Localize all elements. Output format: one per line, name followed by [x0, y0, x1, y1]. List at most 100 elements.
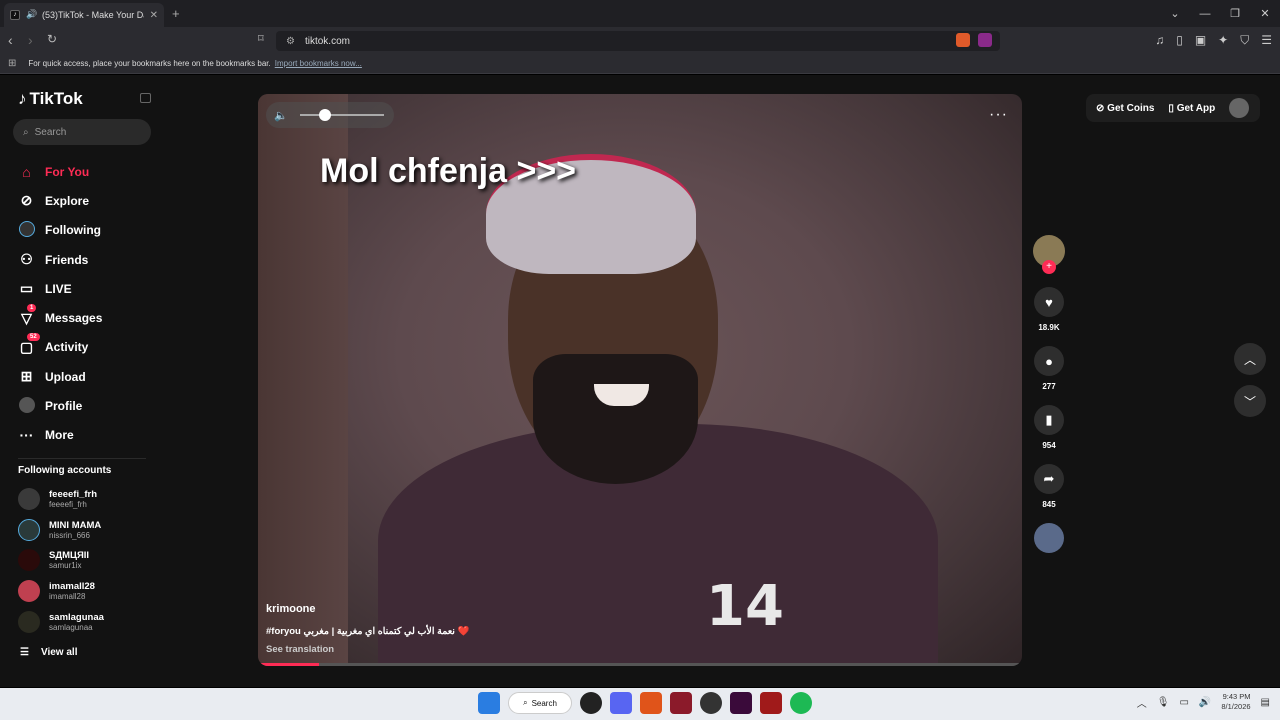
- account-item[interactable]: samlagunaa samlagunaa: [18, 609, 158, 635]
- menu-icon[interactable]: ☰: [1261, 33, 1272, 48]
- next-video-button[interactable]: ﹀: [1234, 385, 1266, 417]
- new-tab-icon[interactable]: +: [172, 6, 180, 21]
- jersey-number: 14: [706, 574, 784, 639]
- minimize-icon[interactable]: —: [1190, 8, 1220, 20]
- volume-slider[interactable]: [299, 109, 384, 121]
- following-accounts-title: Following accounts: [18, 465, 112, 476]
- share-action[interactable]: ➦ 845: [1031, 464, 1067, 509]
- previous-video-button[interactable]: ︿: [1234, 343, 1266, 375]
- video-author[interactable]: krimoone: [266, 603, 316, 615]
- tray-chevron-up-icon[interactable]: ︿: [1137, 695, 1147, 710]
- forward-icon[interactable]: ›: [28, 32, 33, 48]
- creator-avatar[interactable]: +: [1033, 235, 1065, 274]
- get-app-button[interactable]: ▯ Get App: [1168, 103, 1215, 114]
- close-window-icon[interactable]: ✕: [1250, 7, 1280, 20]
- app-icon[interactable]: [700, 692, 722, 714]
- sidebar-toggle-icon[interactable]: ▯: [1176, 33, 1183, 48]
- more-options-icon[interactable]: ···: [989, 106, 1008, 124]
- comment-count: 277: [1042, 382, 1056, 391]
- vpn-icon[interactable]: ⛉: [1240, 33, 1249, 48]
- music-disc-icon[interactable]: [1034, 523, 1064, 553]
- collapse-sidebar-icon[interactable]: [140, 93, 151, 103]
- app-icon[interactable]: [730, 692, 752, 714]
- windows-taskbar: ⌕ Search ︿ 🎙 ▭ 🔊 9:43 PM 8/1/2026 ▤: [0, 688, 1280, 720]
- video-progress-bar[interactable]: [258, 663, 1022, 666]
- notification-icon[interactable]: ▤: [1261, 697, 1270, 708]
- speaker-icon[interactable]: 🔈: [274, 109, 288, 122]
- import-bookmarks-link[interactable]: Import bookmarks now...: [275, 59, 362, 68]
- site-info-icon[interactable]: ⚙: [286, 36, 295, 47]
- sidebar-item-for-you[interactable]: ⌂ For You: [18, 157, 148, 186]
- wallet-icon[interactable]: ▣: [1195, 33, 1206, 48]
- tab-search-chevron-icon[interactable]: ⌄: [1160, 7, 1190, 20]
- maximize-icon[interactable]: ❐: [1220, 7, 1250, 20]
- apps-grid-icon[interactable]: ⊞: [8, 58, 16, 69]
- sidebar-item-more[interactable]: ··· More: [18, 421, 148, 450]
- video-player[interactable]: 14 Mol chfenja >>> 🔈 ··· krimoone #foryo…: [258, 94, 1022, 666]
- address-bar[interactable]: ⚙ tiktok.com: [276, 31, 1000, 51]
- volume-control[interactable]: 🔈: [266, 102, 394, 128]
- sidebar-item-profile[interactable]: Profile: [18, 391, 148, 420]
- app-icon[interactable]: [580, 692, 602, 714]
- view-all-button[interactable]: ☰ View all: [20, 647, 77, 658]
- brave-rewards-icon[interactable]: [978, 33, 992, 47]
- audio-playing-icon[interactable]: 🔊: [26, 10, 37, 20]
- microphone-icon[interactable]: 🎙: [1157, 697, 1170, 708]
- account-item[interactable]: SДMЦЯII samur1ix: [18, 547, 158, 573]
- spotify-icon[interactable]: [790, 692, 812, 714]
- close-tab-icon[interactable]: ✕: [150, 10, 158, 21]
- account-item[interactable]: feeeefi_frh feeeefi_frh: [18, 486, 158, 512]
- browser-tab[interactable]: ♪ 🔊 (53)TikTok - Make Your Day ✕: [4, 3, 164, 27]
- profile-avatar[interactable]: [1229, 98, 1250, 118]
- sidebar-item-live[interactable]: ▭ LIVE: [18, 274, 148, 303]
- messages-badge: 1: [27, 303, 37, 312]
- sidebar-item-explore[interactable]: ⊘ Explore: [18, 186, 148, 215]
- account-item[interactable]: imamall28 imamall28: [18, 578, 158, 604]
- comment-action[interactable]: ● 277: [1031, 346, 1067, 391]
- video-description: #foryou نعمة الأب لي كتمناه اي مغربية | …: [266, 626, 470, 637]
- toolbar-right: ♫ ▯ ▣ ✦ ⛉ ☰: [1155, 33, 1272, 48]
- sidebar-item-upload[interactable]: ⊞ Upload: [18, 362, 148, 391]
- brave-browser-icon[interactable]: [640, 692, 662, 714]
- back-icon[interactable]: ‹: [8, 32, 13, 48]
- volume-knob[interactable]: [318, 109, 331, 121]
- bookmark-save-icon[interactable]: ▮: [1034, 405, 1064, 435]
- start-menu-icon[interactable]: [478, 692, 500, 714]
- search-placeholder: Search: [34, 126, 67, 138]
- top-right-actions: ⊘ Get Coins ▯ Get App: [1086, 94, 1260, 122]
- reload-icon[interactable]: ↻: [47, 32, 57, 46]
- sidebar-item-friends[interactable]: ⚇ Friends: [18, 245, 148, 274]
- account-handle: feeeefi_frh: [49, 500, 87, 509]
- save-action[interactable]: ▮ 954: [1031, 405, 1067, 450]
- comment-icon[interactable]: ●: [1034, 346, 1064, 376]
- app-icon[interactable]: [760, 692, 782, 714]
- clock[interactable]: 9:43 PM 8/1/2026: [1221, 692, 1250, 712]
- account-handle: imamall28: [49, 592, 86, 601]
- sidebar-item-activity[interactable]: ▢ 52 Activity: [18, 332, 148, 362]
- get-coins-button[interactable]: ⊘ Get Coins: [1096, 103, 1154, 114]
- account-item[interactable]: MINI MAMA nissrin_666: [18, 517, 158, 543]
- sidebar-nav: ⌂ For You ⊘ Explore Following ⚇ Friends …: [18, 157, 148, 450]
- discord-icon[interactable]: [610, 692, 632, 714]
- leo-ai-icon[interactable]: ✦: [1218, 33, 1228, 48]
- live-icon: ▭: [19, 280, 34, 297]
- tiktok-logo[interactable]: ♪ TikTok: [18, 89, 83, 109]
- sidebar-item-messages[interactable]: ▽ 1 Messages: [18, 303, 148, 332]
- video-progress-fill: [258, 663, 320, 666]
- bookmark-icon[interactable]: ⌑: [258, 32, 264, 45]
- like-action[interactable]: ♥ 18.9K: [1031, 287, 1067, 332]
- sidebar-item-label: More: [45, 428, 74, 443]
- follow-plus-icon[interactable]: +: [1042, 260, 1056, 274]
- media-icon[interactable]: ♫: [1155, 33, 1164, 48]
- volume-icon[interactable]: 🔊: [1199, 697, 1211, 708]
- brave-shields-icon[interactable]: [956, 33, 970, 47]
- see-translation-link[interactable]: See translation: [266, 644, 334, 655]
- taskbar-search[interactable]: ⌕ Search: [508, 692, 572, 714]
- heart-icon[interactable]: ♥: [1034, 287, 1064, 317]
- share-icon[interactable]: ➦: [1034, 464, 1064, 494]
- sidebar-item-label: Profile: [45, 399, 83, 414]
- search-input[interactable]: ⌕ Search: [13, 119, 151, 145]
- sidebar-item-following[interactable]: Following: [18, 216, 148, 245]
- network-icon[interactable]: ▭: [1179, 697, 1188, 708]
- app-icon[interactable]: [670, 692, 692, 714]
